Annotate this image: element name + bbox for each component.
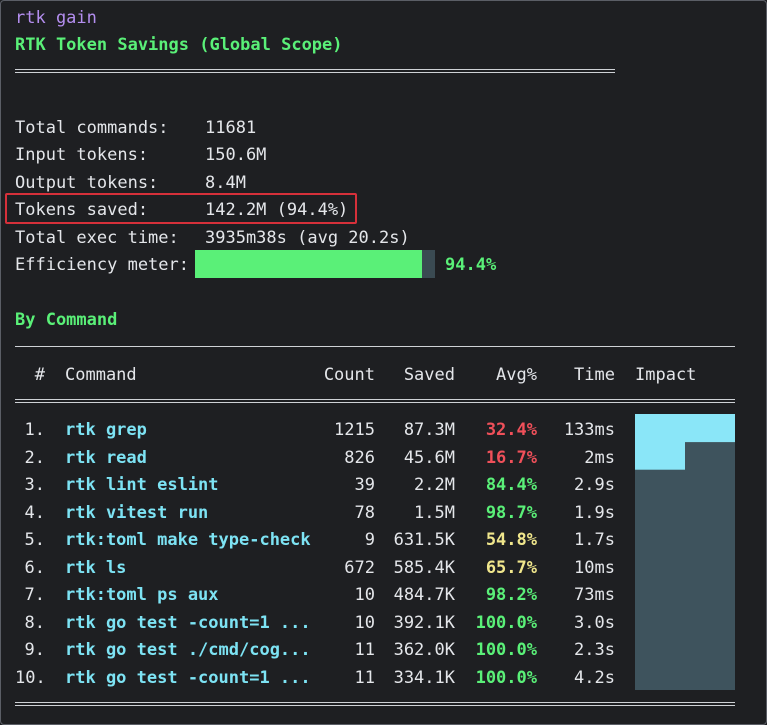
row-number: 9. (24, 640, 45, 660)
row-saved: 585.4K (393, 558, 455, 578)
efficiency-meter-fill (195, 250, 422, 278)
row-time: 10ms (574, 558, 615, 578)
row-command: rtk go test ./cmd/cog... (65, 640, 311, 660)
row-saved: 1.5M (414, 503, 455, 523)
row-avg-percent: 16.7% (485, 448, 537, 468)
row-count: 11 (354, 668, 375, 688)
row-saved: 484.7K (393, 585, 455, 605)
table-header-count: Count (323, 365, 375, 385)
prompt-command: rtk gain (15, 8, 97, 28)
row-command: rtk go test -count=1 ... (65, 668, 311, 688)
row-time: 1.9s (574, 503, 615, 523)
row-saved: 392.1K (393, 613, 455, 633)
row-saved: 334.1K (393, 668, 455, 688)
row-number: 10. (15, 668, 46, 688)
row-count: 39 (354, 475, 375, 495)
stat-label-output-tokens: Output tokens: (15, 173, 159, 193)
row-avg-percent: 32.4% (485, 420, 537, 440)
stat-value-output-tokens: 8.4M (205, 173, 246, 193)
row-command: rtk go test -count=1 ... (65, 613, 311, 633)
row-number: 8. (24, 613, 45, 633)
row-saved: 87.3M (403, 420, 455, 440)
row-saved: 631.5K (393, 530, 455, 550)
section-title-by-command: By Command (15, 310, 118, 330)
row-saved: 2.2M (414, 475, 455, 495)
impact-bars (635, 414, 735, 690)
table-bottom-divider (15, 702, 735, 706)
row-avg-percent: 65.7% (485, 558, 537, 578)
table-header-time: Time (574, 365, 615, 385)
row-time: 133ms (563, 420, 615, 440)
row-avg-percent: 84.4% (485, 475, 537, 495)
row-number: 7. (24, 585, 45, 605)
row-command: rtk read (65, 448, 147, 468)
stat-label-tokens-saved: Tokens saved: (15, 200, 149, 220)
stat-label-total-exec-time: Total exec time: (15, 228, 179, 248)
row-command: rtk ls (65, 558, 127, 578)
row-saved: 45.6M (403, 448, 455, 468)
row-count: 1215 (334, 420, 375, 440)
heading-divider (15, 69, 615, 73)
row-time: 73ms (574, 585, 615, 605)
row-time: 1.7s (574, 530, 615, 550)
stat-value-total-commands: 11681 (205, 118, 257, 138)
row-count: 11 (354, 640, 375, 660)
row-command: rtk vitest run (65, 503, 209, 523)
stat-label-input-tokens: Input tokens: (15, 145, 149, 165)
row-avg-percent: 100.0% (475, 640, 537, 660)
row-avg-percent: 100.0% (475, 668, 537, 688)
row-count: 9 (364, 530, 375, 550)
table-header-avg: Avg% (496, 365, 537, 385)
row-number: 6. (24, 558, 45, 578)
row-time: 2ms (584, 448, 615, 468)
row-count: 78 (354, 503, 375, 523)
row-saved: 362.0K (393, 640, 455, 660)
table-header-command: Command (65, 365, 137, 385)
row-time: 2.3s (574, 640, 615, 660)
table-header-impact: Impact (635, 365, 697, 385)
report-heading: RTK Token Savings (Global Scope) (15, 35, 343, 55)
row-avg-percent: 98.2% (485, 585, 537, 605)
impact-bar-row-2 (635, 441, 685, 470)
stat-value-input-tokens: 150.6M (205, 145, 267, 165)
row-command: rtk lint eslint (65, 475, 219, 495)
row-time: 4.2s (574, 668, 615, 688)
impact-bar-row-1 (635, 414, 735, 443)
row-number: 5. (24, 530, 45, 550)
row-number: 3. (24, 475, 45, 495)
row-number: 2. (24, 448, 45, 468)
efficiency-meter-percent: 94.4% (445, 255, 497, 275)
table-top-divider (15, 346, 735, 347)
efficiency-meter-bar (195, 250, 435, 278)
row-count: 10 (354, 585, 375, 605)
row-count: 826 (344, 448, 375, 468)
row-count: 672 (344, 558, 375, 578)
terminal-window: rtk gain RTK Token Savings (Global Scope… (0, 0, 767, 725)
table-header-num: # (34, 365, 45, 385)
row-command: rtk:toml ps aux (65, 585, 219, 605)
stat-value-tokens-saved: 142.2M (94.4%) (205, 200, 349, 220)
table-header-divider (15, 399, 735, 403)
efficiency-meter-label: Efficiency meter: (15, 255, 189, 275)
row-time: 3.0s (574, 613, 615, 633)
table-header-saved: Saved (403, 365, 455, 385)
stat-label-total-commands: Total commands: (15, 118, 169, 138)
row-avg-percent: 98.7% (485, 503, 537, 523)
row-avg-percent: 54.8% (485, 530, 537, 550)
row-number: 1. (24, 420, 45, 440)
row-count: 10 (354, 613, 375, 633)
row-number: 4. (24, 503, 45, 523)
row-command: rtk grep (65, 420, 147, 440)
row-time: 2.9s (574, 475, 615, 495)
stat-value-total-exec-time: 3935m38s (avg 20.2s) (205, 228, 410, 248)
row-avg-percent: 100.0% (475, 613, 537, 633)
row-command: rtk:toml make type-check (65, 530, 311, 550)
